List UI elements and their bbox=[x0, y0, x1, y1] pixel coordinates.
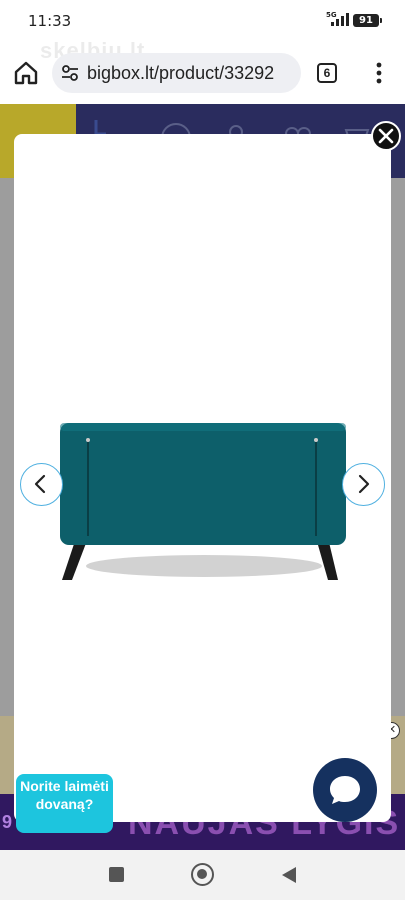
next-image-button[interactable] bbox=[342, 463, 385, 506]
home-circle-icon[interactable] bbox=[191, 863, 214, 886]
home-icon[interactable] bbox=[12, 59, 40, 87]
battery-icon: 91 bbox=[353, 14, 382, 27]
chat-button[interactable] bbox=[313, 758, 377, 822]
browser-toolbar: skelbiu.lt bigbox.lt/product/33292 6 bbox=[0, 38, 405, 104]
previous-image-button[interactable] bbox=[20, 463, 63, 506]
product-image bbox=[60, 423, 346, 580]
clock: 11:33 bbox=[28, 12, 72, 30]
chevron-right-icon bbox=[358, 474, 370, 494]
chevron-left-icon bbox=[34, 474, 46, 494]
chat-bubble-icon bbox=[330, 776, 360, 804]
system-navigation-bar bbox=[0, 850, 405, 900]
site-settings-icon[interactable] bbox=[60, 63, 80, 83]
tab-count: 6 bbox=[323, 66, 331, 80]
address-bar[interactable]: bigbox.lt/product/33292 bbox=[52, 53, 301, 93]
tab-switcher-icon[interactable]: 6 bbox=[317, 63, 337, 83]
close-gallery-button[interactable] bbox=[371, 121, 401, 151]
back-triangle-icon[interactable] bbox=[281, 866, 297, 884]
signal-icon bbox=[331, 13, 349, 26]
url-text[interactable]: bigbox.lt/product/33292 bbox=[87, 63, 274, 84]
giveaway-promo-button[interactable]: Norite laimėti dovaną? bbox=[16, 774, 113, 833]
more-vert-icon[interactable] bbox=[369, 61, 389, 85]
close-icon bbox=[378, 128, 394, 144]
recent-apps-icon[interactable] bbox=[109, 867, 124, 882]
promo-text: Norite laimėti dovaną? bbox=[20, 778, 109, 812]
status-bar: 11:33 5G 91 bbox=[0, 0, 405, 40]
battery-level: 91 bbox=[359, 15, 373, 26]
